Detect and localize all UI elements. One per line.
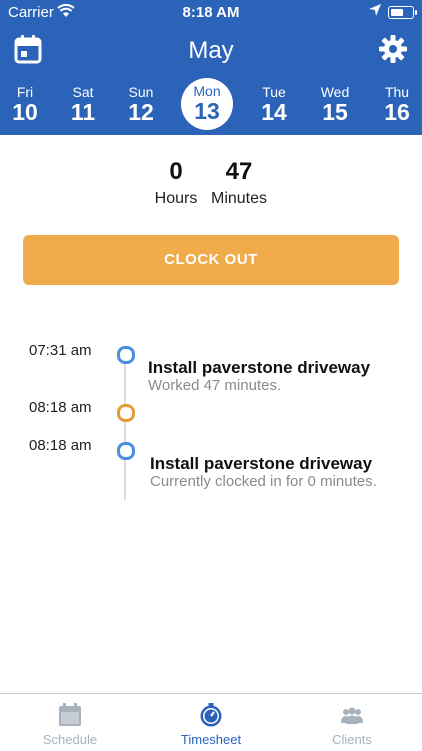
day-date: 14 [261,99,287,125]
status-time: 8:18 AM [182,4,240,21]
tab-schedule[interactable]: Schedule [0,694,140,751]
day-date: 16 [384,99,410,125]
day-mon-selected[interactable]: Mon 13 [181,78,233,130]
day-date: 13 [194,98,220,124]
clock-in-dot [117,346,135,364]
location-arrow-icon [368,3,382,21]
day-date: 10 [12,99,38,125]
day-date: 12 [128,99,154,125]
timeline-entry[interactable]: Install paverstone driveway Currently cl… [150,454,377,490]
day-date: 15 [322,99,348,125]
tab-timesheet[interactable]: Timesheet [141,694,281,751]
calendar-icon [59,703,81,726]
day-fri[interactable]: Fri 10 [0,80,50,125]
minutes-value: 47 [225,158,253,185]
day-wed[interactable]: Wed 15 [310,80,360,125]
tab-label: Clients [332,732,372,747]
day-sat[interactable]: Sat 11 [58,80,108,125]
entry-title: Install paverstone driveway [148,358,371,377]
entry-time: 07:31 am [29,342,92,359]
minutes-total: 47 Minutes [206,158,272,208]
status-bar: Carrier 8:18 AM [0,0,422,26]
hours-total: 0 Hours [150,158,202,208]
tab-bar: Schedule Timesheet Clients [0,693,422,751]
entry-time: 08:18 am [29,437,92,454]
day-thu[interactable]: Thu 16 [372,80,422,125]
battery-icon [388,6,417,19]
stopwatch-icon [200,703,222,727]
settings-button[interactable] [378,34,408,64]
minutes-label: Minutes [210,190,268,207]
hours-label: Hours [154,190,198,207]
tab-label: Schedule [42,732,98,747]
tab-label: Timesheet [180,732,242,747]
day-date: 11 [70,99,96,125]
tab-clients[interactable]: Clients [282,694,422,751]
clock-out-button[interactable]: CLOCK OUT [23,235,399,285]
people-icon [341,707,363,724]
day-tue[interactable]: Tue 14 [249,80,299,125]
timeline-line [124,352,126,500]
battery-fill [391,9,403,16]
header: Carrier 8:18 AM May Fri 10 Sat 11 Sun 12… [0,0,422,135]
clock-out-dot [117,404,135,422]
day-sun[interactable]: Sun 12 [116,80,166,125]
month-title: May [188,37,234,64]
entry-subtitle: Worked 47 minutes. [148,377,282,394]
gear-icon [379,35,407,63]
entry-title: Install paverstone driveway [150,454,373,473]
clock-in-dot [117,442,135,460]
timeline-entry[interactable]: Install paverstone driveway Worked 47 mi… [148,358,370,394]
entry-time: 08:18 am [29,399,92,416]
week-strip: Fri 10 Sat 11 Sun 12 Mon 13 Tue 14 Wed 1… [0,78,422,135]
hours-value: 0 [169,158,183,185]
entry-subtitle: Currently clocked in for 0 minutes. [150,473,377,490]
